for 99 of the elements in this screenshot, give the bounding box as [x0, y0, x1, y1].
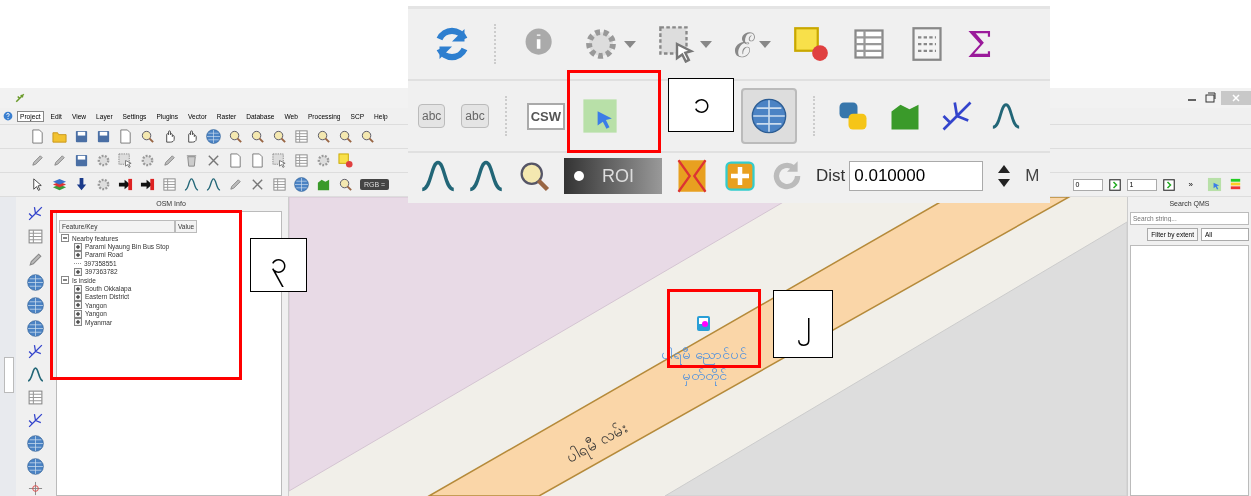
- map-cursor-icon[interactable]: [581, 97, 620, 135]
- bell-curve-icon[interactable]: [468, 158, 504, 194]
- callout-number: ၃: [250, 238, 307, 292]
- square-icon[interactable]: [338, 153, 353, 168]
- magnifier-icon[interactable]: [338, 129, 353, 144]
- magnifier-icon[interactable]: [316, 129, 331, 144]
- terrain-icon[interactable]: [316, 177, 331, 192]
- road-label: ပါရမီ လမ်း: [563, 418, 630, 466]
- bell-curve-icon[interactable]: [206, 177, 221, 192]
- layers-icon[interactable]: [52, 177, 67, 192]
- magnifier-icon[interactable]: [360, 129, 375, 144]
- document-icon[interactable]: [250, 153, 265, 168]
- table-icon[interactable]: [26, 389, 44, 406]
- callout-number: ၂: [773, 290, 833, 358]
- pencil-icon[interactable]: [26, 251, 44, 268]
- help-icon[interactable]: [3, 111, 13, 121]
- caret-icon[interactable]: [700, 40, 712, 48]
- bell-curve-icon[interactable]: [26, 366, 44, 383]
- tree-toggle-icon[interactable]: [74, 301, 82, 310]
- globe-icon[interactable]: [26, 435, 44, 452]
- table-icon[interactable]: [272, 177, 287, 192]
- document-icon[interactable]: [118, 129, 133, 144]
- globe-tool-button[interactable]: [741, 88, 798, 144]
- scroll-handle[interactable]: [4, 357, 14, 393]
- dist-field[interactable]: 0.010000: [849, 161, 984, 191]
- folder-icon[interactable]: [52, 129, 67, 144]
- tree-toggle-icon[interactable]: [74, 267, 82, 276]
- magnifier-icon[interactable]: [272, 129, 287, 144]
- pencil-icon[interactable]: [228, 177, 243, 192]
- arrow-icon[interactable]: [140, 177, 155, 192]
- document-icon[interactable]: [228, 153, 243, 168]
- tree-toggle-icon[interactable]: [61, 276, 69, 285]
- selection-icon[interactable]: [658, 25, 696, 63]
- overflow-button[interactable]: »: [1188, 180, 1193, 189]
- calculator-icon[interactable]: [909, 26, 945, 62]
- tree-toggle-icon[interactable]: [61, 234, 69, 243]
- network-icon[interactable]: [26, 412, 44, 429]
- globe-icon[interactable]: [26, 320, 44, 337]
- pencil-icon[interactable]: [30, 153, 45, 168]
- caret-icon[interactable]: [759, 40, 771, 48]
- gear-icon[interactable]: [316, 153, 331, 168]
- magnifier-icon[interactable]: [228, 129, 243, 144]
- next-icon[interactable]: [1108, 178, 1121, 191]
- table-icon[interactable]: [162, 177, 177, 192]
- network-icon[interactable]: [26, 343, 44, 360]
- magnifier-icon[interactable]: [250, 129, 265, 144]
- selection-icon[interactable]: [272, 153, 287, 168]
- table-icon[interactable]: [26, 228, 44, 245]
- square-icon[interactable]: [793, 26, 829, 62]
- scissors-icon[interactable]: [250, 177, 265, 192]
- tree-toggle-icon[interactable]: [74, 242, 82, 251]
- logo-icon: [14, 92, 26, 104]
- stacked-bars-icon[interactable]: [1228, 177, 1243, 192]
- dist-label: Dist: [816, 166, 846, 186]
- trash-icon[interactable]: [184, 153, 199, 168]
- globe-icon[interactable]: [206, 129, 221, 144]
- globe-icon[interactable]: [26, 274, 44, 291]
- magnifier-icon[interactable]: [338, 177, 353, 192]
- crosshair-icon[interactable]: [27, 481, 43, 496]
- arrow-icon[interactable]: [118, 177, 133, 192]
- callout-number: ၁: [668, 78, 734, 132]
- gear-icon[interactable]: [140, 153, 155, 168]
- globe-icon[interactable]: [294, 177, 309, 192]
- roi-button[interactable]: ROI: [564, 158, 662, 194]
- pencil-icon[interactable]: [52, 153, 67, 168]
- table-icon[interactable]: [294, 153, 309, 168]
- tree-toggle-icon[interactable]: [74, 250, 82, 259]
- cut-label: M: [1025, 166, 1040, 186]
- tree-toggle-icon[interactable]: [74, 284, 82, 293]
- caret-icon[interactable]: [624, 40, 636, 48]
- map-cursor-icon[interactable]: [1207, 177, 1222, 192]
- bell-curve-icon[interactable]: [420, 158, 456, 194]
- tree-toggle-icon[interactable]: [74, 309, 82, 318]
- restore-icon[interactable]: [1203, 92, 1217, 104]
- tree-toggle-icon[interactable]: [74, 318, 82, 327]
- network-icon[interactable]: [26, 205, 44, 222]
- cursor-icon[interactable]: [30, 177, 45, 192]
- label-tool-button[interactable]: abc: [418, 104, 446, 128]
- bell-curve-icon[interactable]: [184, 177, 199, 192]
- gear-icon[interactable]: [96, 153, 111, 168]
- bell-curve-icon[interactable]: [991, 101, 1022, 131]
- pencil-icon[interactable]: [162, 153, 177, 168]
- label-tool-button[interactable]: abc: [461, 104, 489, 128]
- magnifier-icon[interactable]: [140, 129, 155, 144]
- next-icon[interactable]: [1162, 178, 1175, 191]
- tree-toggle-icon[interactable]: [74, 292, 82, 301]
- globe-icon: [751, 98, 788, 134]
- globe-icon[interactable]: [26, 458, 44, 475]
- csw-button[interactable]: CSW: [526, 102, 566, 130]
- bus-icon[interactable]: [697, 316, 710, 331]
- scissors-icon[interactable]: [206, 153, 221, 168]
- gear-icon[interactable]: [96, 177, 111, 192]
- sum-button[interactable]: Σ: [967, 23, 993, 65]
- document-icon[interactable]: [30, 129, 45, 144]
- table-icon[interactable]: [851, 26, 887, 62]
- selection-icon[interactable]: [118, 153, 133, 168]
- globe-icon[interactable]: [26, 297, 44, 314]
- table-icon[interactable]: [294, 129, 309, 144]
- plus-icon[interactable]: [722, 158, 758, 194]
